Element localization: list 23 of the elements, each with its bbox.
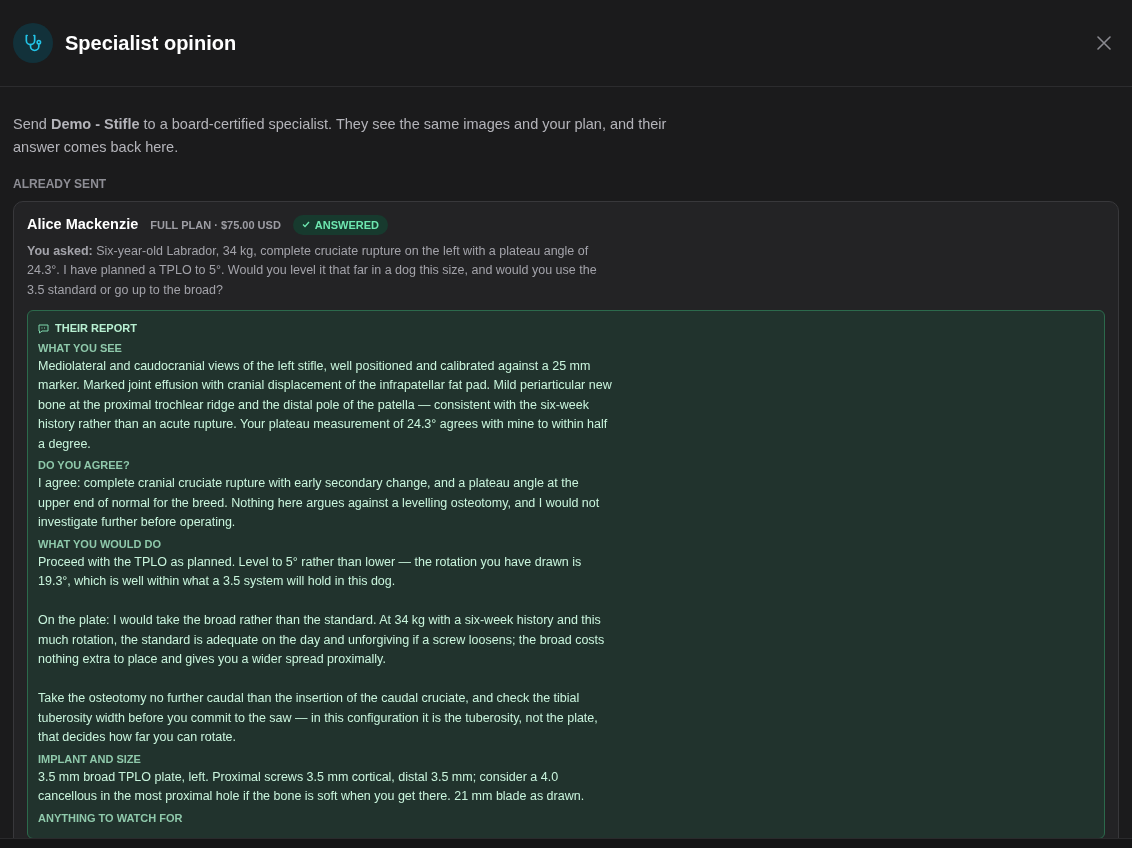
report-heading: WHAT YOU WOULD DO — [38, 536, 163, 552]
plan-price: FULL PLAN · $75.00 USD — [150, 217, 281, 233]
status-badge: ANSWERED — [292, 214, 388, 235]
report-heading: DO YOU AGREE? — [38, 458, 131, 474]
report-paragraph: 3.5 mm broad TPLO plate, left. Proximal screws 3.5 mm cortical, distal 3.5 mm; consider a 4.0 cancellous in the most proximal hole if the bone is soft when you get there. 21 mm blade as drawn. — [38, 768, 586, 806]
section-label: ALREADY SENT — [13, 176, 108, 193]
close-icon — [1097, 36, 1111, 50]
report-heading: ANYTHING TO WATCH FOR — [38, 810, 184, 826]
dialog-title: Specialist opinion — [65, 31, 237, 56]
report-heading: IMPLANT AND SIZE — [38, 751, 142, 767]
report-paragraph: Take the osteotomy no further caudal than the insertion of the caudal cruciate, and check the tibial tuberosity width before you commit to the saw — in this configuration it is the tuberosity, not the plate, that decides how far you can rotate. — [38, 690, 599, 747]
report-title: THEIR REPORT — [55, 321, 137, 337]
message-icon — [38, 323, 49, 334]
specialist-name: Alice Mackenzie — [27, 215, 139, 234]
question-text: You asked: Six-year-old Labrador, 34 kg, complete cruciate rupture on the left with a plateau angle of 24.3°. I have planned a TPLO to 5°. Would you level it that far in a dog this size, and would you use the 3.5 standard or go up to the broad? — [27, 242, 598, 299]
check-icon — [301, 221, 310, 229]
report-paragraph: Mediolateral and caudocranial views of the left stifle, well positioned and calibrated against a 25 mm marker. Marked joint effusion with cranial displacement of the infrapatellar fat pad. Mild periarticular new bone at the proximal trochlear ridge and the distal pole of the patella — consistent with the six-week history rather than an acute rupture. Your plateau measurement of 24.3° agrees with mine to within half a degree. — [38, 357, 613, 453]
report-paragraph: On the plate: I would take the broad rather than the standard. At 34 kg with a six-week history and this much rotation, the standard is adequate on the day and unforgiving if a screw loosens; the broad costs nothing extra to place and gives you a wider spread proximally. — [38, 612, 606, 669]
report-heading: WHAT YOU SEE — [38, 340, 123, 356]
report-paragraph: Proceed with the TPLO as planned. Level to 5° rather than lower — the rotation you have drawn is 19.3°, which is well within what a 3.5 system will hold in this dog. — [38, 553, 583, 591]
stethoscope-icon — [13, 23, 53, 63]
report-paragraph: I agree: complete cranial cruciate rupture with early secondary change, and a plateau angle at the upper end of normal for the breed. Nothing here argues against a levelling osteotomy, and I would not investigate further before operating. — [38, 475, 601, 532]
intro-text: Send Demo - Stifle to a board-certified specialist. They see the same images and your plan, and their answer comes back here. — [13, 115, 668, 157]
